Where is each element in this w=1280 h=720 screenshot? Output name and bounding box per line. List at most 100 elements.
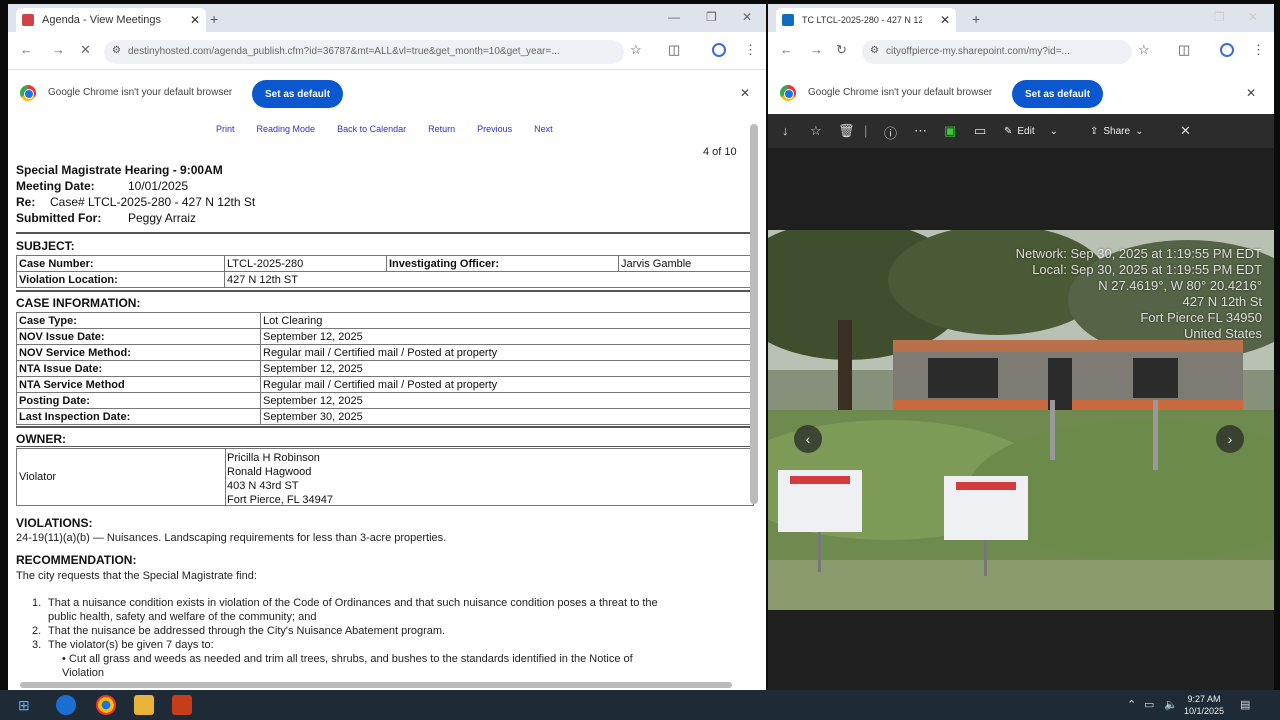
next-link[interactable]: Next bbox=[534, 124, 553, 134]
chrome-taskbar-icon[interactable] bbox=[96, 695, 116, 715]
divider bbox=[16, 290, 756, 292]
download-icon[interactable]: ↓ bbox=[782, 123, 789, 138]
agenda-browser-window: Agenda - View Meetings ✕ + — ❐ ✕ ← → ✕ ⚙… bbox=[8, 4, 766, 690]
owner-line: Fort Pierce, FL 34947 bbox=[227, 494, 333, 506]
owner-line: Ronald Hagwood bbox=[227, 466, 312, 478]
tab-photo[interactable]: TC LTCL-2025-280 - 427 N 12... ✕ bbox=[776, 8, 956, 32]
vertical-scrollbar[interactable] bbox=[750, 124, 758, 504]
return-link[interactable]: Return bbox=[428, 124, 455, 134]
menu-icon[interactable]: ⋮ bbox=[1252, 42, 1265, 58]
close-tab-icon[interactable]: ✕ bbox=[190, 13, 200, 27]
onedrive-favicon-icon bbox=[782, 14, 794, 26]
more-options-icon[interactable]: ⋯ bbox=[914, 123, 927, 139]
set-default-button[interactable]: Set as default bbox=[1012, 80, 1104, 108]
network-icon[interactable]: ▭ bbox=[1144, 698, 1154, 711]
tray-overflow-icon[interactable]: ⌃ bbox=[1127, 698, 1136, 711]
new-tab-icon[interactable]: + bbox=[972, 11, 980, 27]
divider bbox=[16, 426, 756, 428]
address-bar[interactable]: ⚙ cityoffpierce-my.sharepoint.com/my?id=… bbox=[862, 40, 1132, 64]
forward-icon[interactable]: → bbox=[810, 42, 823, 57]
meeting-date: 10/01/2025 bbox=[128, 179, 189, 193]
geotag-line: Fort Pierce FL 34950 bbox=[1140, 310, 1262, 325]
sub-list-item: • Cut all grass and weeds as needed and … bbox=[62, 653, 633, 665]
file-explorer-icon[interactable] bbox=[134, 695, 154, 715]
side-panel-icon[interactable]: ◫ bbox=[1178, 42, 1190, 58]
reading-mode-link[interactable]: Reading Mode bbox=[257, 124, 316, 134]
bookmark-star-icon[interactable]: ☆ bbox=[1138, 42, 1150, 58]
profile-avatar-icon[interactable] bbox=[712, 43, 726, 57]
separator: | bbox=[864, 123, 868, 138]
next-photo-icon[interactable]: › bbox=[1216, 425, 1244, 453]
horizontal-scrollbar[interactable] bbox=[20, 682, 732, 688]
infobar-close-icon[interactable]: ✕ bbox=[1246, 86, 1256, 100]
list-item: 3. The violator(s) be given 7 days to: bbox=[32, 638, 658, 652]
previous-photo-icon[interactable]: ‹ bbox=[794, 425, 822, 453]
maximize-icon[interactable]: ❐ bbox=[706, 10, 717, 24]
geotag-line: United States bbox=[1183, 326, 1262, 341]
system-clock[interactable]: 9:27 AM 10/1/2025 bbox=[1184, 693, 1224, 717]
back-to-calendar-link[interactable]: Back to Calendar bbox=[337, 124, 406, 134]
favorite-star-icon[interactable]: ☆ bbox=[810, 123, 822, 139]
print-link[interactable]: Print bbox=[216, 124, 235, 134]
maximize-icon[interactable]: ❐ bbox=[1214, 10, 1225, 24]
item-text: The violator(s) be given 7 days to: bbox=[48, 639, 214, 651]
site-info-icon[interactable]: ⚙ bbox=[112, 45, 121, 56]
site-info-icon[interactable]: ⚙ bbox=[870, 45, 879, 56]
start-windows-icon[interactable]: ⊞ bbox=[18, 697, 30, 714]
list-item: 1. That a nuisance condition exists in vi… bbox=[32, 596, 658, 610]
owner-heading: OWNER: bbox=[16, 432, 66, 446]
owner-line: 403 N 43rd ST bbox=[227, 480, 299, 492]
table-row: Last Inspection Date: September 30, 2025 bbox=[16, 408, 754, 425]
pencil-icon: ✎ bbox=[1004, 125, 1013, 137]
item-number: 3. bbox=[32, 639, 42, 651]
address-bar[interactable]: ⚙ destinyhosted.com/agenda_publish.cfm?i… bbox=[104, 40, 624, 64]
edge-icon[interactable] bbox=[56, 695, 76, 715]
menu-icon[interactable]: ⋮ bbox=[744, 42, 757, 58]
sub-list-item-cont: Violation bbox=[32, 666, 658, 679]
tab-title: TC LTCL-2025-280 - 427 N 12... bbox=[802, 15, 922, 25]
case-info-heading: CASE INFORMATION: bbox=[16, 296, 141, 310]
share-button[interactable]: ⇪ Share ⌄ bbox=[1090, 121, 1143, 141]
table-row: Violation Location: 427 N 12th ST bbox=[16, 271, 754, 288]
violation-location-label: Violation Location: bbox=[16, 271, 225, 288]
infobar-close-icon[interactable]: ✕ bbox=[740, 86, 750, 100]
forward-icon[interactable]: → bbox=[52, 42, 65, 57]
profile-avatar-icon[interactable] bbox=[1220, 43, 1234, 57]
notifications-icon[interactable]: ▤ bbox=[1240, 698, 1250, 711]
reload-icon[interactable]: ↻ bbox=[836, 42, 847, 58]
item-text: public health, safety and welfare of the… bbox=[48, 611, 317, 623]
volume-icon[interactable]: 🔈 bbox=[1164, 698, 1178, 711]
bookmark-star-icon[interactable]: ☆ bbox=[630, 42, 642, 58]
desktop: Agenda - View Meetings ✕ + — ❐ ✕ ← → ✕ ⚙… bbox=[0, 0, 1280, 720]
divider bbox=[16, 446, 756, 447]
new-tab-icon[interactable]: + bbox=[210, 11, 218, 27]
posting-date-label: Posting Date: bbox=[16, 392, 261, 409]
side-panel-icon[interactable]: ◫ bbox=[668, 42, 680, 58]
close-window-icon[interactable]: ✕ bbox=[742, 10, 752, 24]
violations-heading: VIOLATIONS: bbox=[16, 516, 93, 530]
taskbar: ⊞ ⌃ ▭ 🔈 9:27 AM 10/1/2025 ▤ bbox=[0, 690, 1280, 720]
chevron-down-icon[interactable]: ⌄ bbox=[1050, 126, 1058, 137]
info-icon[interactable]: ⓘ bbox=[884, 123, 897, 142]
page-indicator: 4 of 10 bbox=[703, 146, 737, 158]
delete-icon[interactable]: 🗑 bbox=[838, 123, 855, 139]
close-window-icon[interactable]: ✕ bbox=[1248, 10, 1258, 24]
back-icon[interactable]: ← bbox=[780, 42, 793, 57]
share-label: Share bbox=[1103, 125, 1131, 137]
geotag-line: N 27.4619°, W 80° 20.4216° bbox=[1098, 278, 1262, 293]
edit-button[interactable]: ✎ Edit ⌄ bbox=[1004, 121, 1058, 141]
close-tab-icon[interactable]: ✕ bbox=[940, 13, 950, 27]
tab-agenda[interactable]: Agenda - View Meetings ✕ bbox=[16, 8, 206, 32]
table-row: Case Number: LTCL-2025-280 Investigating… bbox=[16, 255, 754, 272]
stop-icon[interactable]: ✕ bbox=[80, 42, 91, 58]
excel-icon[interactable]: ▣ bbox=[944, 123, 956, 139]
comment-icon[interactable]: ▭ bbox=[974, 123, 986, 139]
table-row: NOV Service Method: Regular mail / Certif… bbox=[16, 344, 754, 361]
back-icon[interactable]: ← bbox=[20, 42, 33, 57]
previous-link[interactable]: Previous bbox=[477, 124, 512, 134]
close-viewer-icon[interactable]: ✕ bbox=[1180, 123, 1191, 139]
set-default-button[interactable]: Set as default bbox=[252, 80, 344, 108]
minimize-icon[interactable]: — bbox=[668, 10, 680, 24]
violator-label: Violator bbox=[19, 471, 57, 483]
powerpoint-icon[interactable] bbox=[172, 695, 192, 715]
